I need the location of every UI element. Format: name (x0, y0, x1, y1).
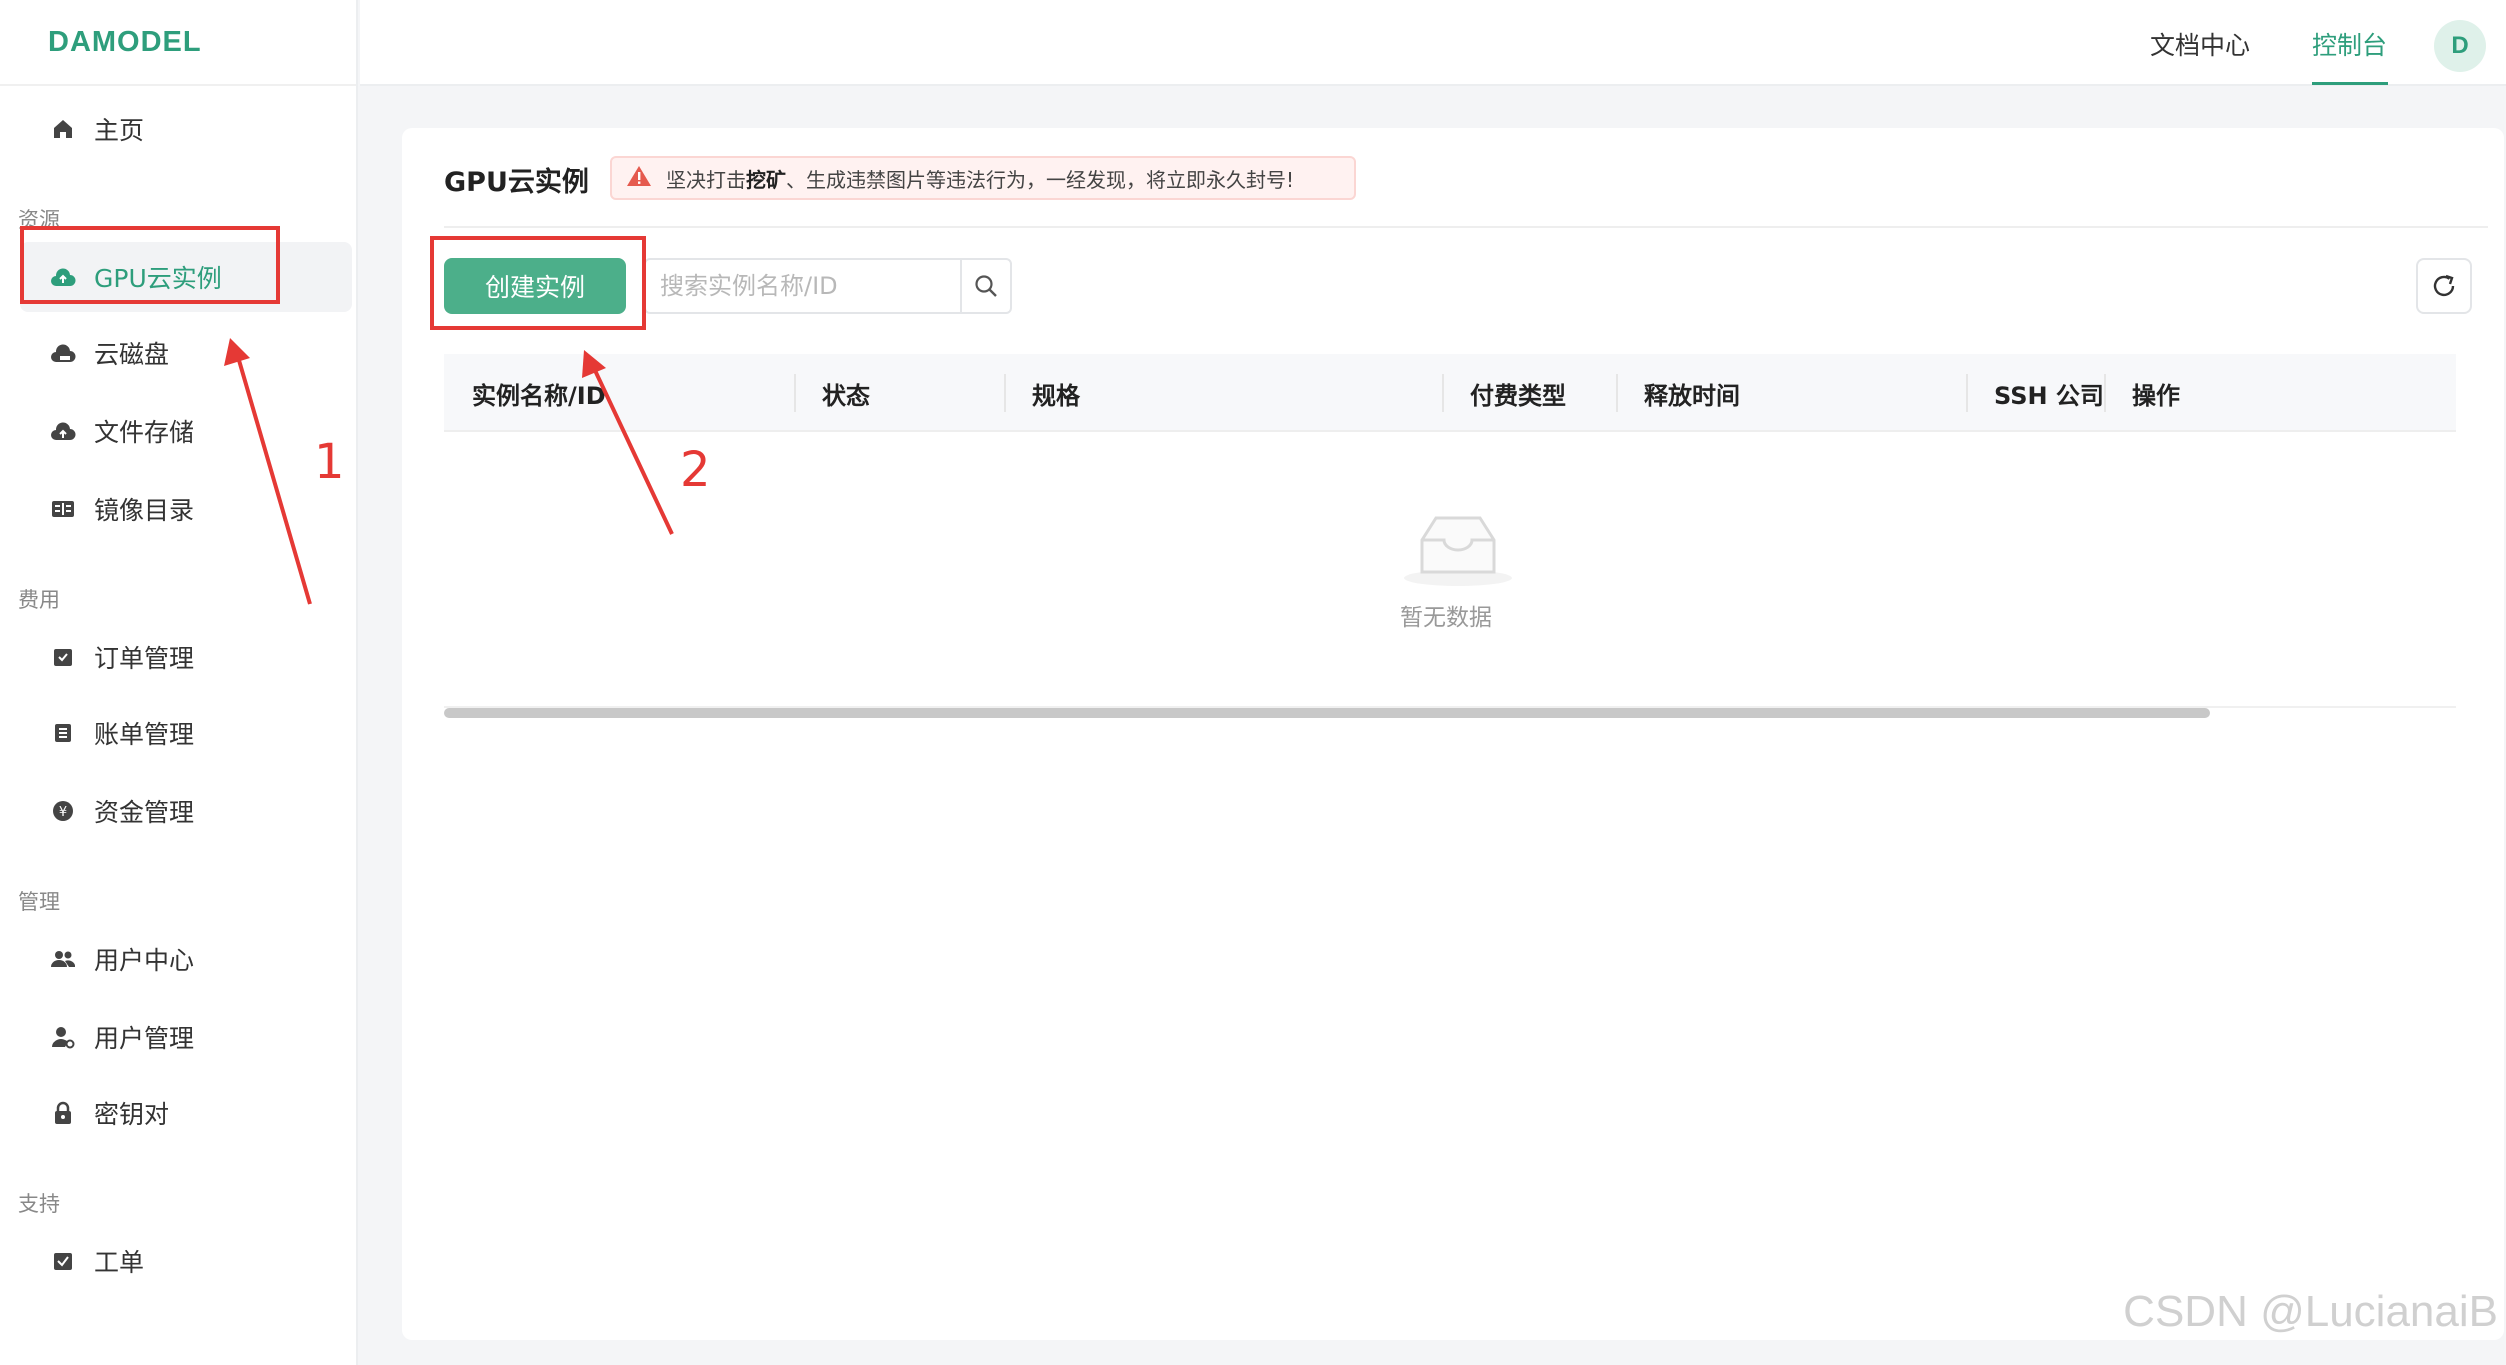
annotation-arrow-1 (234, 349, 312, 605)
annotation-arrow-2 (590, 363, 674, 535)
annotation-arrowhead-2 (582, 350, 606, 378)
annotation-arrowhead-1 (224, 338, 250, 366)
watermark: CSDN @LucianaiB (2123, 1287, 2498, 1336)
annotation-arrows (224, 338, 674, 605)
